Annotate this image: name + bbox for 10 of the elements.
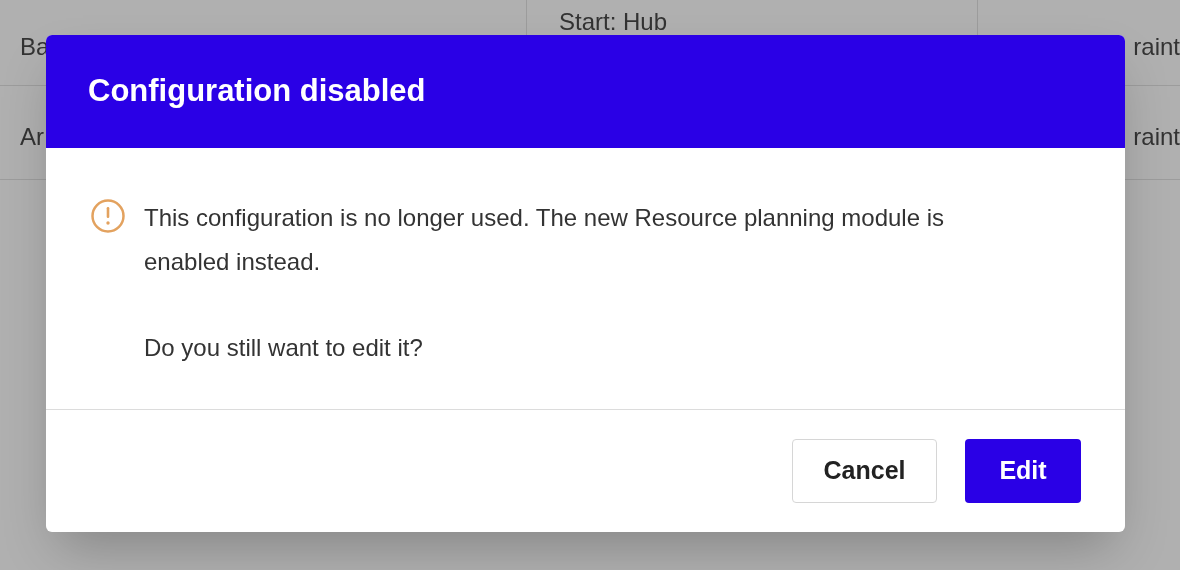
cancel-button[interactable]: Cancel	[792, 439, 937, 503]
table-cell-text: Ar	[20, 121, 44, 152]
table-cell-text: Start: Hub	[559, 7, 668, 37]
table-cell-text: raint	[1133, 31, 1180, 62]
dialog-message: This configuration is no longer used. The new Resource planning module is enabled instead.	[144, 203, 946, 277]
warning-icon	[90, 198, 126, 234]
table-cell-text: raint	[1133, 121, 1180, 152]
dialog-title: Configuration disabled	[88, 72, 426, 111]
dialog-message: Do you still want to edit it?	[144, 333, 424, 363]
edit-button[interactable]: Edit	[965, 439, 1081, 503]
